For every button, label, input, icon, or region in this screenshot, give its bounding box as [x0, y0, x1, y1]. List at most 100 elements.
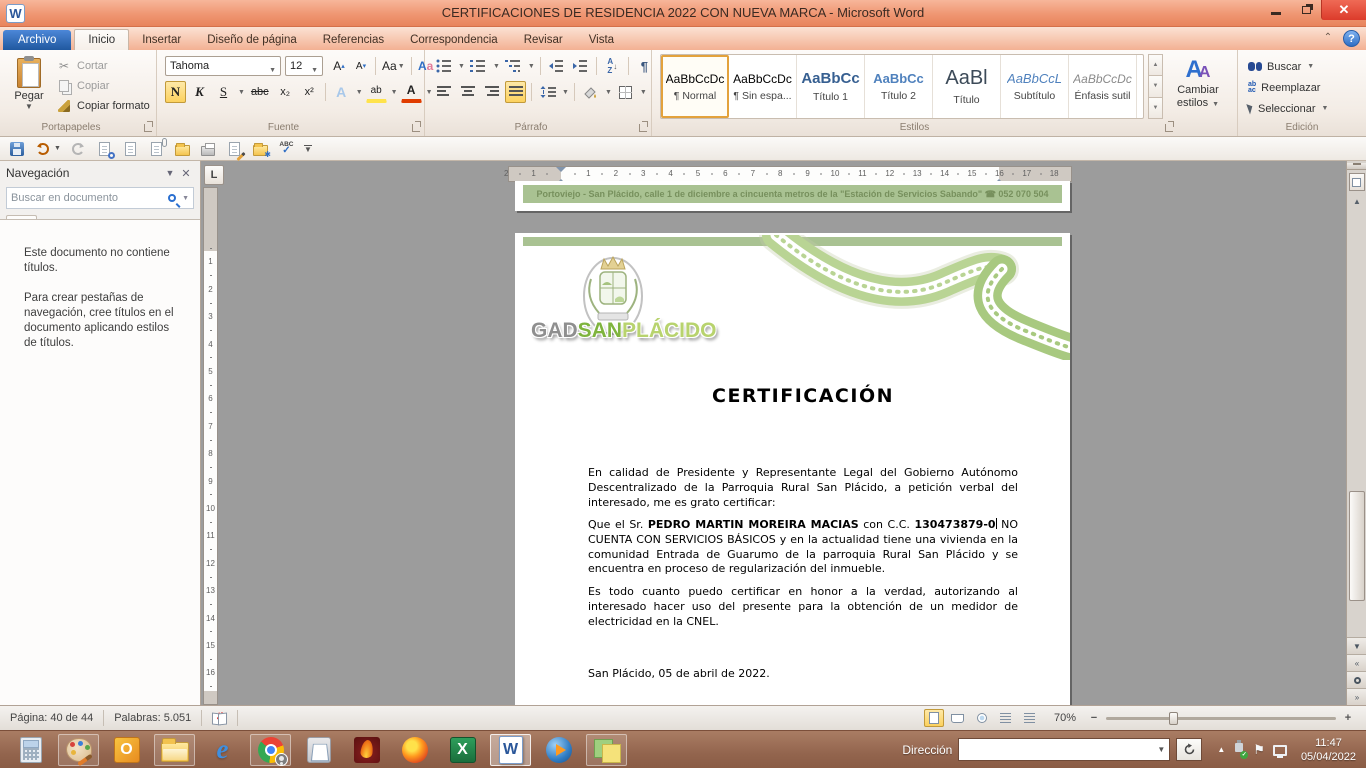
justify-button[interactable]	[505, 81, 526, 103]
navigation-pane-close-icon[interactable]: ✕	[178, 167, 194, 180]
decrease-indent-button[interactable]	[546, 55, 567, 77]
italic-button[interactable]: K	[189, 81, 210, 103]
taskbar-word-icon[interactable]: W	[490, 734, 531, 766]
previous-page-bottom[interactable]: Portoviejo - San Plácido, calle 1 de dic…	[515, 181, 1070, 211]
tab-archivo[interactable]: Archivo	[3, 30, 71, 50]
styles-scroll-down[interactable]: ▼	[1148, 76, 1163, 97]
bold-button[interactable]: N	[165, 81, 186, 103]
style-heading2[interactable]: AaBbCc Título 2	[865, 55, 933, 118]
font-size-combobox[interactable]: 12▼	[285, 56, 323, 76]
horizontal-ruler[interactable]: 21123456789101112131415161718	[508, 166, 1072, 182]
navigation-pane-menu-icon[interactable]: ▼	[162, 168, 178, 178]
taskbar-media-player-icon[interactable]	[538, 734, 579, 766]
zoom-out-button[interactable]: −	[1086, 712, 1102, 724]
change-case-button[interactable]: Aa▼	[380, 56, 407, 76]
document-page[interactable]: GADSANPLÁCIDO CERTIFICACIÓN En calidad d…	[515, 233, 1070, 705]
sort-button[interactable]: AZ↓	[602, 55, 623, 77]
align-center-button[interactable]	[457, 81, 478, 103]
spelling-status-icon[interactable]: ✗	[202, 710, 237, 727]
format-painter-button[interactable]: Copiar formato	[56, 96, 156, 116]
taskbar-calculator-icon[interactable]	[10, 734, 51, 766]
zoom-in-button[interactable]: +	[1340, 712, 1356, 724]
next-page-button[interactable]: »	[1347, 688, 1366, 705]
clipboard-dialog-launcher[interactable]	[144, 124, 152, 132]
tab-insertar[interactable]: Insertar	[129, 30, 194, 50]
font-family-combobox[interactable]: Tahoma▼	[165, 56, 281, 76]
replace-button[interactable]: abac Reemplazar	[1248, 78, 1320, 97]
show-hidden-icons-button[interactable]: ▲	[1217, 745, 1225, 754]
taskbar-chrome-icon[interactable]	[250, 734, 291, 766]
draft-view-button[interactable]	[1020, 709, 1040, 727]
zoom-slider[interactable]	[1106, 717, 1336, 720]
tab-correspondencia[interactable]: Correspondencia	[397, 30, 511, 50]
taskbar-paint-icon[interactable]	[58, 734, 99, 766]
print-preview-icon[interactable]	[96, 140, 113, 157]
shrink-font-button[interactable]: A	[351, 56, 371, 76]
font-color-button[interactable]: A	[401, 81, 422, 103]
style-no-spacing[interactable]: AaBbCcDc ¶ Sin espa...	[729, 55, 797, 118]
style-normal[interactable]: AaBbCcDc ¶ Normal	[661, 55, 729, 118]
outline-view-button[interactable]	[996, 709, 1016, 727]
print-layout-view-button[interactable]	[924, 709, 944, 727]
taskbar-file-explorer-icon[interactable]	[154, 734, 195, 766]
style-heading1[interactable]: AaBbCc Título 1	[797, 55, 865, 118]
zoom-slider-thumb[interactable]	[1169, 712, 1178, 725]
refresh-button[interactable]	[1176, 738, 1202, 761]
zoom-level[interactable]: 70%	[1054, 712, 1076, 724]
spelling-grammar-icon[interactable]: ABC✓	[278, 140, 295, 157]
folder-special-icon[interactable]: ✱	[252, 140, 269, 157]
borders-button[interactable]	[615, 81, 636, 103]
tab-diseno[interactable]: Diseño de página	[194, 30, 310, 50]
find-button[interactable]: Buscar▼	[1248, 57, 1314, 76]
search-input[interactable]	[11, 192, 168, 204]
shading-button[interactable]	[580, 81, 601, 103]
new-document-icon[interactable]	[122, 140, 139, 157]
styles-dialog-launcher[interactable]	[1165, 124, 1173, 132]
underline-caret[interactable]: ▼	[238, 89, 245, 96]
redo-icon[interactable]	[70, 140, 87, 157]
multilevel-list-button[interactable]	[503, 55, 524, 77]
align-left-button[interactable]	[433, 81, 454, 103]
restore-button[interactable]	[1291, 0, 1321, 20]
font-dialog-launcher[interactable]	[412, 124, 420, 132]
paragraph-dialog-launcher[interactable]	[639, 124, 647, 132]
taskbar-internet-explorer-icon[interactable]: e	[202, 734, 243, 766]
print-icon[interactable]	[200, 140, 217, 157]
save-icon[interactable]	[8, 140, 25, 157]
select-browse-object-button[interactable]	[1347, 671, 1366, 688]
tab-inicio[interactable]: Inicio	[74, 29, 129, 50]
subscript-button[interactable]: x₂	[275, 81, 296, 103]
style-title[interactable]: AaBl Título	[933, 55, 1001, 118]
text-effects-button[interactable]: A	[331, 81, 352, 103]
taskbar-excel-icon[interactable]: X	[442, 734, 483, 766]
superscript-button[interactable]: x²	[299, 81, 320, 103]
minimize-button[interactable]	[1261, 0, 1291, 20]
scroll-up-arrow[interactable]: ▲	[1347, 194, 1366, 209]
select-button[interactable]: Seleccionar▼	[1248, 99, 1328, 118]
tab-referencias[interactable]: Referencias	[310, 30, 397, 50]
address-input[interactable]: ▼	[958, 738, 1170, 761]
undo-dropdown-caret[interactable]: ▼	[54, 145, 61, 152]
qat-more-commands-icon[interactable]: ▼	[304, 145, 312, 153]
copy-button[interactable]: Copiar	[56, 76, 156, 96]
style-subtle-emphasis[interactable]: AaBbCcDc Énfasis sutil	[1069, 55, 1137, 118]
document-search-box[interactable]: ▼	[6, 187, 194, 209]
network-tray-icon[interactable]	[1273, 745, 1287, 756]
strikethrough-button[interactable]: abc	[248, 81, 272, 103]
undo-icon[interactable]	[34, 140, 51, 157]
paste-button[interactable]: Pegar ▼	[7, 55, 51, 123]
tab-stop-selector[interactable]: L	[204, 165, 224, 185]
tab-revisar[interactable]: Revisar	[511, 30, 576, 50]
usb-tray-icon[interactable]: ✓	[1233, 743, 1245, 757]
styles-scroll-up[interactable]: ▲	[1148, 54, 1163, 76]
line-spacing-button[interactable]	[537, 81, 558, 103]
taskbar-nero-icon[interactable]	[346, 734, 387, 766]
highlight-button[interactable]: ab	[366, 81, 387, 103]
grow-font-button[interactable]: A	[329, 56, 349, 76]
edit-document-icon[interactable]	[226, 140, 243, 157]
full-screen-reading-view-button[interactable]	[948, 709, 968, 727]
open-folder-icon[interactable]	[174, 140, 191, 157]
close-button[interactable]: ✕	[1321, 0, 1366, 20]
help-icon[interactable]: ?	[1343, 30, 1360, 47]
previous-page-button[interactable]: «	[1347, 654, 1366, 671]
